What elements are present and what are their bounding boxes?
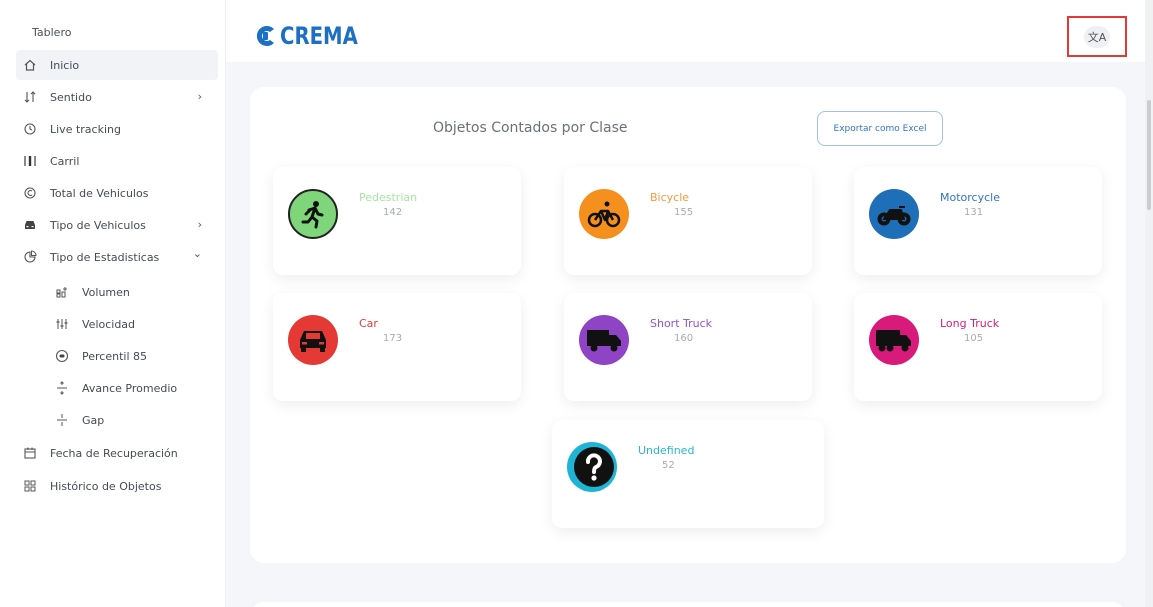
class-name: Undefined xyxy=(638,444,695,457)
language-button[interactable]: 文A xyxy=(1067,16,1127,57)
sidebar-item-total-vehiculos[interactable]: Total de Vehiculos xyxy=(16,178,218,208)
question-icon xyxy=(567,442,617,492)
logo-mark-icon xyxy=(256,26,274,46)
class-card-motorcycle: Motorcycle 131 xyxy=(854,167,1102,275)
chevron-right-icon: › xyxy=(197,90,202,103)
sidebar-item-tipo-estadisticas[interactable]: Tipo de Estadisticas ⌄ xyxy=(16,242,218,272)
sidebar-item-label: Percentil 85 xyxy=(82,349,147,363)
bicycle-icon xyxy=(579,189,629,239)
class-card-car: Car 173 xyxy=(273,293,521,401)
class-card-short-truck: Short Truck 160 xyxy=(564,293,812,401)
sidebar-item-fecha-recuperacion[interactable]: Fecha de Recuperación xyxy=(16,438,218,468)
class-card-undefined: Undefined 52 xyxy=(552,420,824,528)
divide-icon xyxy=(54,380,70,396)
logo-text: CREMA xyxy=(280,22,358,50)
calendar-icon xyxy=(22,445,38,461)
sidebar-item-label: Tipo de Vehiculos xyxy=(50,218,146,232)
sidebar-item-label: Velocidad xyxy=(82,317,136,331)
sidebar-item-volumen[interactable]: Volumen xyxy=(16,277,218,307)
volume-icon xyxy=(54,284,70,300)
class-name: Bicycle xyxy=(650,191,690,204)
sidebar-item-label: Sentido xyxy=(50,90,92,104)
sidebar-item-label: Avance Promedio xyxy=(82,381,178,395)
long-truck-icon xyxy=(869,315,919,365)
crema-logo[interactable]: CREMA xyxy=(256,22,375,50)
class-count: 160 xyxy=(674,333,694,344)
sidebar-title: Tablero xyxy=(32,26,72,39)
sidebar: Tablero Inicio Sentido › Live tracking C… xyxy=(0,0,226,607)
sort-arrows-icon xyxy=(22,89,38,105)
sidebar-item-label: Fecha de Recuperación xyxy=(50,446,178,460)
speed-icon xyxy=(54,316,70,332)
sidebar-item-label: Live tracking xyxy=(50,122,121,136)
page-scrollbar[interactable] xyxy=(1145,0,1153,607)
sidebar-item-velocidad[interactable]: Velocidad xyxy=(16,309,218,339)
class-name: Short Truck xyxy=(650,317,713,330)
chevron-right-icon: › xyxy=(197,218,202,231)
grid-icon xyxy=(22,478,38,494)
card-title: Objetos Contados por Clase xyxy=(433,120,628,136)
next-card xyxy=(250,602,1126,607)
class-name: Long Truck xyxy=(940,317,1000,330)
class-count: 155 xyxy=(674,207,694,218)
translate-icon: 文A xyxy=(1084,25,1110,48)
short-truck-icon xyxy=(579,315,629,365)
sidebar-item-label: Histórico de Objetos xyxy=(50,479,162,493)
sidebar-item-label: Tipo de Estadisticas xyxy=(50,250,160,264)
sidebar-item-carril[interactable]: Carril xyxy=(16,146,218,176)
counter-icon xyxy=(22,185,38,201)
class-count: 131 xyxy=(964,207,984,218)
chevron-down-icon: ⌄ xyxy=(192,247,202,260)
class-count: 173 xyxy=(383,333,403,344)
sidebar-item-inicio[interactable]: Inicio xyxy=(16,50,218,80)
sidebar-item-label: Volumen xyxy=(82,285,130,299)
sidebar-item-live-tracking[interactable]: Live tracking xyxy=(16,114,218,144)
sidebar-item-sentido[interactable]: Sentido › xyxy=(16,82,218,112)
motorcycle-icon xyxy=(869,189,919,239)
sidebar-item-avance-promedio[interactable]: Avance Promedio xyxy=(16,373,218,403)
class-count: 105 xyxy=(964,333,984,344)
home-icon xyxy=(22,57,38,73)
sidebar-item-label: Gap xyxy=(82,413,105,427)
car-icon xyxy=(22,217,38,233)
percentile-icon xyxy=(54,348,70,364)
car-class-icon xyxy=(288,315,338,365)
class-name: Car xyxy=(359,317,378,330)
export-excel-button[interactable]: Exportar como Excel xyxy=(817,111,943,146)
class-count: 142 xyxy=(383,207,403,218)
clock-icon xyxy=(22,121,38,137)
class-name: Motorcycle xyxy=(940,191,1000,204)
class-card-bicycle: Bicycle 155 xyxy=(564,167,812,275)
sidebar-item-gap[interactable]: Gap xyxy=(16,405,218,435)
class-name: Pedestrian xyxy=(359,191,418,204)
sidebar-item-historico-objetos[interactable]: Histórico de Objetos xyxy=(16,471,218,501)
sidebar-item-percentil-85[interactable]: Percentil 85 xyxy=(16,341,218,371)
stats-icon xyxy=(22,249,38,265)
sidebar-item-label: Total de Vehiculos xyxy=(50,186,149,200)
sidebar-item-label: Carril xyxy=(50,154,80,168)
class-card-pedestrian: Pedestrian 142 xyxy=(273,167,521,275)
top-header: CREMA 文A xyxy=(226,0,1153,62)
pedestrian-icon xyxy=(288,189,338,239)
gap-icon xyxy=(54,412,70,428)
sidebar-item-label: Inicio xyxy=(50,58,80,72)
lanes-icon xyxy=(22,153,38,169)
sidebar-item-tipo-vehiculos[interactable]: Tipo de Vehiculos › xyxy=(16,210,218,240)
class-card-long-truck: Long Truck 105 xyxy=(854,293,1102,401)
class-count: 52 xyxy=(662,460,675,471)
scrollbar-thumb[interactable] xyxy=(1147,100,1151,210)
